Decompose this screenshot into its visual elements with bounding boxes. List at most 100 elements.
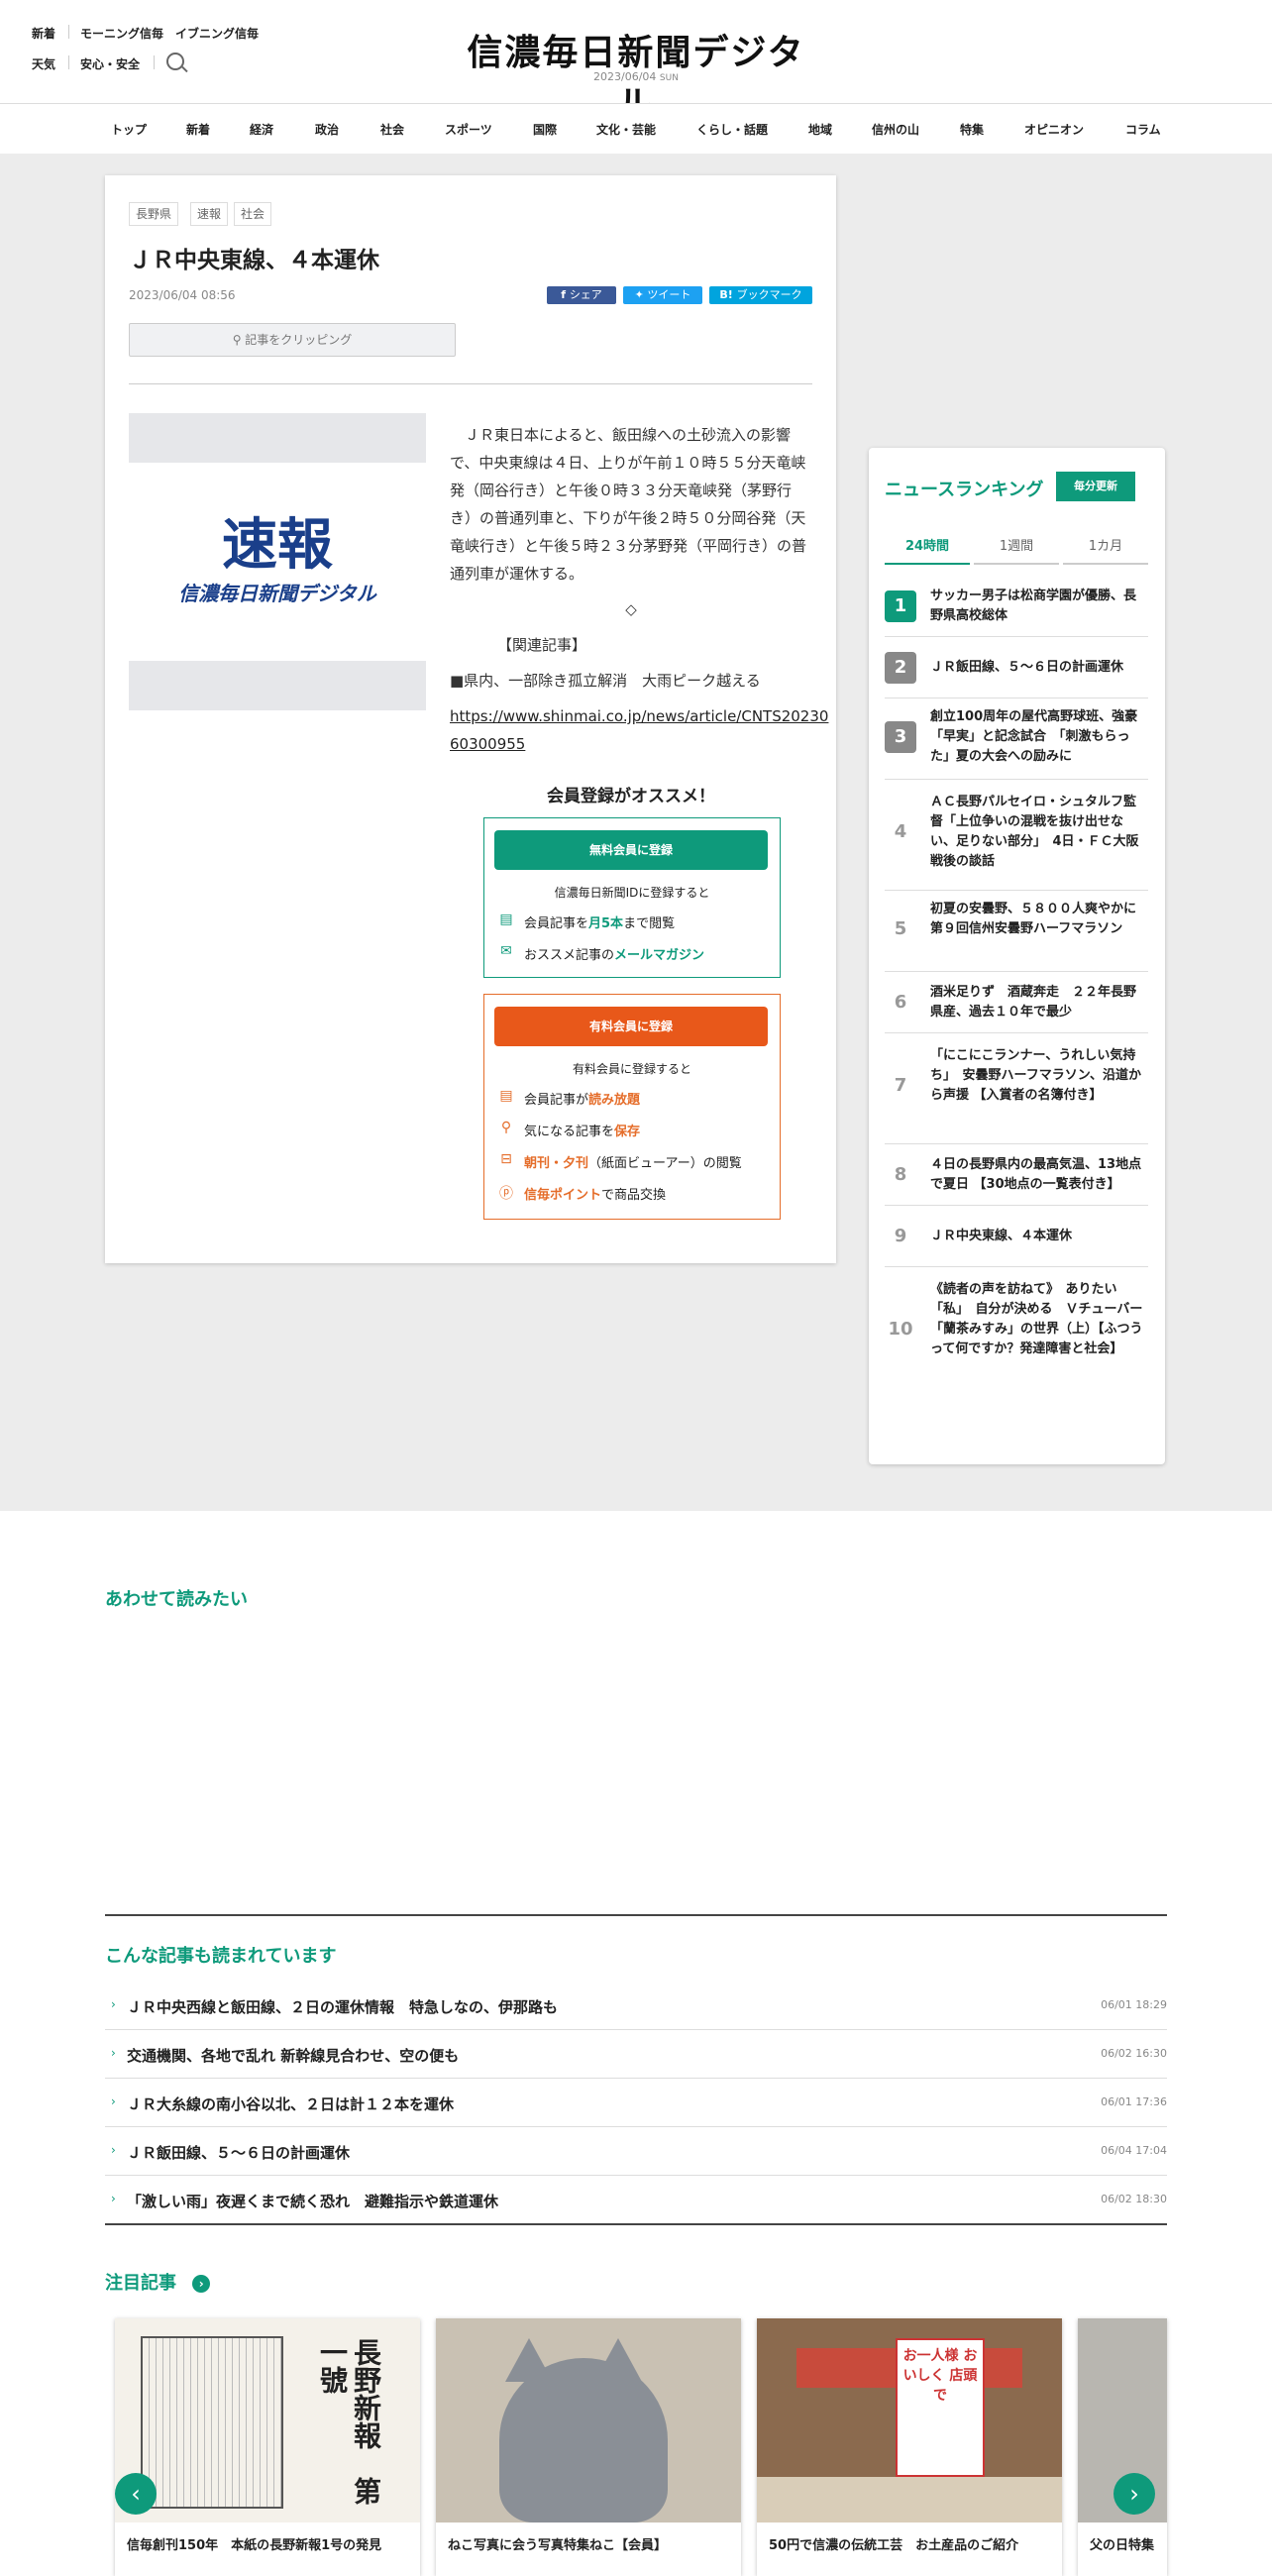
featured-card-caption: 信毎創刊150年 本紙の長野新報1号の発見 bbox=[127, 2538, 382, 2553]
popular-list-item[interactable]: › 「激しい雨」夜遅くまで続く恐れ 避難指示や鉄道運休 06/02 18:30 bbox=[105, 2176, 1167, 2225]
breaking-news-image-caption: 信濃毎日新聞デジタル bbox=[178, 582, 376, 605]
nav-item-new[interactable]: 新着 bbox=[186, 121, 210, 138]
tab-underline bbox=[1063, 563, 1148, 565]
popular-item-title: ＪＲ大糸線の南小谷以北、２日は計１２本を運休 bbox=[127, 2095, 455, 2113]
tab-24h[interactable]: 24時間 bbox=[885, 535, 970, 554]
related-article-link[interactable]: https://www.shinmai.co.jp/news/article/C… bbox=[450, 702, 828, 758]
paperclip-icon: ⚲ bbox=[500, 1120, 512, 1135]
paid-membership-box: 有料会員に登録 有料会員に登録すると ▤ 会員記事が読み放題 ⚲ 気になる記事を… bbox=[483, 994, 781, 1220]
points-icon: ⓟ bbox=[499, 1186, 513, 1202]
nav-item-top[interactable]: トップ bbox=[111, 121, 147, 138]
tab-1week[interactable]: 1週間 bbox=[974, 535, 1059, 554]
main-nav: トップ 新着 経済 政治 社会 スポーツ 国際 文化・芸能 くらし・話題 地域 … bbox=[0, 103, 1272, 155]
featured-card[interactable]: 長野新報 第一號 信毎創刊150年 本紙の長野新報1号の発見 bbox=[115, 2318, 420, 2576]
ranking-item[interactable]: 1 サッカー男子は松商学園が優勝、長野県高校総体 bbox=[885, 575, 1148, 637]
document-icon: ▤ bbox=[499, 1088, 513, 1104]
ranking-item[interactable]: 9 ＪＲ中央東線、４本運休 bbox=[885, 1205, 1148, 1267]
featured-card[interactable]: お一人様 おいしく 店頭で 50円で信濃の伝統工芸 お土産品のご紹介 bbox=[757, 2318, 1062, 2576]
header-link-weather[interactable]: 天気 bbox=[32, 55, 55, 72]
ranking-item[interactable]: 4 ＡＣ長野パルセイロ・シュタルフ監督「上位争いの混戦を抜け出せない、足りない部… bbox=[885, 779, 1148, 891]
free-feature-newsletter: おススメ記事のメールマガジン bbox=[524, 944, 704, 963]
nav-item-column[interactable]: コラム bbox=[1125, 121, 1161, 138]
ranking-item[interactable]: 5 初夏の安曇野、５８００人爽やかに 第９回信州安曇野ハーフマラソン bbox=[885, 890, 1149, 972]
ranking-item[interactable]: 10 《読者の声を訪ねて》 ありたい「私」 自分が決める Ｖチューバー「蘭茶みす… bbox=[885, 1266, 1148, 1395]
rank-number: 3 bbox=[885, 721, 916, 753]
book-icon: ⊟ bbox=[500, 1151, 512, 1167]
nav-item-life[interactable]: くらし・話題 bbox=[696, 121, 768, 138]
clip-article-button[interactable]: ⚲ 記事をクリッピング bbox=[129, 323, 456, 357]
rank-number: 6 bbox=[894, 992, 907, 1013]
popular-list-item[interactable]: › ＪＲ飯田線、５～６日の計画運休 06/04 17:04 bbox=[105, 2127, 1167, 2176]
cat-shape bbox=[499, 2358, 668, 2522]
image-placeholder-bottom bbox=[129, 661, 426, 710]
nav-item-international[interactable]: 国際 bbox=[533, 121, 557, 138]
newspaper-columns bbox=[141, 2336, 283, 2509]
ranking-item[interactable]: 8 ４日の長野県内の最高気温、13地点で夏日 【30地点の一覧表付き】 bbox=[885, 1143, 1148, 1206]
nav-item-opinion[interactable]: オピニオン bbox=[1024, 121, 1084, 138]
rank-number: 10 bbox=[888, 1319, 913, 1340]
feature-text: 気になる記事を bbox=[524, 1125, 615, 1139]
chevron-right-icon: › bbox=[111, 2094, 116, 2108]
hatena-icon: B! bbox=[719, 288, 737, 301]
header-link-morning[interactable]: モーニング信毎 bbox=[80, 25, 163, 42]
ranking-item-title: 酒米足りず 酒蔵奔走 ２２年長野県産、過去１０年で最少 bbox=[930, 985, 1137, 1020]
twitter-share-button[interactable]: ✦ ツイート bbox=[623, 286, 702, 304]
popular-list-item[interactable]: › 交通機関、各地で乱れ 新幹線見合わせ、空の便も 06/02 16:30 bbox=[105, 2030, 1167, 2079]
cat-ear bbox=[505, 2338, 553, 2382]
newspaper-masthead: 長野新報 第一號 bbox=[316, 2338, 382, 2505]
carousel-next-button[interactable]: › bbox=[1113, 2473, 1155, 2515]
paid-feature-save: 気になる記事を保存 bbox=[524, 1121, 640, 1139]
arrow-right-circle-icon[interactable]: › bbox=[192, 2275, 211, 2293]
nav-item-society[interactable]: 社会 bbox=[380, 121, 404, 138]
ranking-item-title: ＪＲ中央東線、４本運休 bbox=[930, 1229, 1073, 1243]
tag-breaking[interactable]: 速報 bbox=[190, 202, 229, 226]
carousel-prev-button[interactable]: ‹ bbox=[115, 2473, 157, 2515]
shop-sign: お一人様 おいしく 店頭で bbox=[896, 2338, 985, 2477]
search-icon[interactable] bbox=[166, 53, 184, 70]
nav-item-culture[interactable]: 文化・芸能 bbox=[596, 121, 656, 138]
facebook-share-button[interactable]: f シェア bbox=[547, 286, 616, 304]
popular-item-date: 06/02 18:30 bbox=[1101, 2193, 1167, 2205]
nav-item-mountains[interactable]: 信州の山 bbox=[872, 121, 919, 138]
rank-number: 2 bbox=[885, 652, 916, 684]
header-link-evening[interactable]: イブニング信毎 bbox=[175, 25, 259, 42]
popular-item-date: 06/04 17:04 bbox=[1101, 2144, 1167, 2157]
popular-list-item[interactable]: › ＪＲ大糸線の南小谷以北、２日は計１２本を運休 06/01 17:36 bbox=[105, 2079, 1167, 2127]
nav-item-region[interactable]: 地域 bbox=[808, 121, 832, 138]
featured-card-caption: ねこ写真に会う写真特集ねこ【会員】 bbox=[448, 2538, 668, 2553]
featured-card[interactable]: ねこ写真に会う写真特集ねこ【会員】 bbox=[436, 2318, 741, 2576]
popular-item-date: 06/02 16:30 bbox=[1101, 2047, 1167, 2060]
paid-feature-viewer: 朝刊・夕刊（紙面ビューアー）の閲覧 bbox=[524, 1152, 742, 1171]
article-body: ＪＲ東日本によると、飯田線への土砂流入の影響で、中央東線は４日、上りが午前１０時… bbox=[450, 421, 828, 758]
image-placeholder-top bbox=[129, 413, 426, 463]
tab-1month[interactable]: 1カ月 bbox=[1063, 535, 1148, 554]
nav-item-sports[interactable]: スポーツ bbox=[445, 121, 492, 138]
header-link-safety[interactable]: 安心・安全 bbox=[80, 55, 140, 72]
facebook-share-label: シェア bbox=[569, 288, 602, 301]
feature-highlight: メールマガジン bbox=[614, 948, 705, 963]
paid-feature-points: 信毎ポイントで商品交換 bbox=[524, 1184, 666, 1203]
header-link-new[interactable]: 新着 bbox=[32, 25, 55, 42]
hatena-bookmark-button[interactable]: B! ブックマーク bbox=[709, 286, 812, 304]
feature-text: で商品交換 bbox=[601, 1188, 667, 1203]
ranking-item[interactable]: 6 酒米足りず 酒蔵奔走 ２２年長野県産、過去１０年で最少 bbox=[885, 971, 1148, 1033]
tag-nagano[interactable]: 長野県 bbox=[129, 202, 179, 226]
ranking-heading: ニュースランキング bbox=[885, 480, 1044, 500]
paid-register-button[interactable]: 有料会員に登録 bbox=[494, 1007, 768, 1046]
divider bbox=[129, 383, 812, 384]
feature-text: 会員記事を bbox=[524, 916, 589, 931]
ranking-item[interactable]: 7 「にこにこランナー、うれしい気持ち」 安曇野ハーフマラソン、沿道から声援 【… bbox=[885, 1032, 1148, 1144]
feature-highlight: 月5本 bbox=[588, 916, 624, 931]
popular-list-item[interactable]: › ＪＲ中央西線と飯田線、２日の運休情報 特急しなの、伊那路も 06/01 18:2… bbox=[105, 1982, 1167, 2030]
rank-number: 1 bbox=[885, 590, 916, 622]
nav-item-features[interactable]: 特集 bbox=[960, 121, 984, 138]
ranking-item[interactable]: 2 ＪＲ飯田線、５～６日の計画運休 bbox=[885, 636, 1148, 698]
free-register-button[interactable]: 無料会員に登録 bbox=[494, 830, 768, 870]
ranking-item-title: 創立100周年の屋代高野球班、強豪「早実」と記念試合 「刺激もらった」夏の大会へ… bbox=[930, 709, 1138, 764]
nav-item-politics[interactable]: 政治 bbox=[315, 121, 339, 138]
nav-item-economy[interactable]: 経済 bbox=[250, 121, 273, 138]
featured-card[interactable]: 父の日特集 bbox=[1078, 2318, 1167, 2576]
ranking-item[interactable]: 3 創立100周年の屋代高野球班、強豪「早実」と記念試合 「刺激もらった」夏の大… bbox=[885, 698, 1148, 780]
feature-highlight: 朝刊・夕刊 bbox=[524, 1156, 589, 1171]
tag-society[interactable]: 社会 bbox=[234, 202, 272, 226]
